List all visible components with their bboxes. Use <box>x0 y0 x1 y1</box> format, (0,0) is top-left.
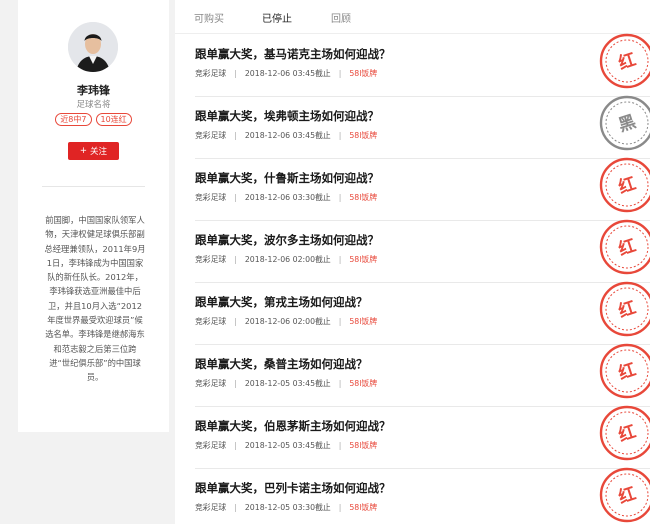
article-row[interactable]: 跟单赢大奖，伯恩茅斯主场如何迎战？ 竞彩足球 | 2018-12-05 03:45截止… <box>195 405 650 469</box>
stamp-label: 红 <box>616 421 639 446</box>
avatar-portrait-icon <box>68 22 118 72</box>
plus-icon: + <box>79 146 88 156</box>
meta-separator: | <box>234 379 237 388</box>
article-category: 竞彩足球 <box>195 69 227 78</box>
red-result-stamp-icon: 红 <box>599 467 650 523</box>
article-title[interactable]: 跟单赢大奖，什鲁斯主场如何迎战？ <box>195 170 379 186</box>
article-category: 竞彩足球 <box>195 317 227 326</box>
article-deadline: 2018-12-06 02:00截止 <box>244 317 331 326</box>
profile-title: 足球名将 <box>76 100 111 110</box>
article-row[interactable]: 跟单赢大奖，第戎主场如何迎战？ 竞彩足球 | 2018-12-06 02:00截止 | 5… <box>195 281 650 345</box>
article-deadline: 2018-12-06 03:30截止 <box>244 193 331 202</box>
stamp-label: 黑 <box>616 112 638 136</box>
follow-label: 关注 <box>90 147 108 157</box>
article-title[interactable]: 跟单赢大奖，基马诺克主场如何迎战？ <box>195 46 391 62</box>
article-category: 竞彩足球 <box>195 441 227 450</box>
profile-card: 李玮锋 足球名将 近8中7 10连红 + 关注 前国脚，中国国家队领军人物，天津… <box>18 0 169 432</box>
article-deadline: 2018-12-06 02:00截止 <box>244 255 331 264</box>
article-meta: 竞彩足球 | 2018-12-06 02:00截止 | 58l饭牌 <box>195 254 377 265</box>
article-meta: 竞彩足球 | 2018-12-06 03:30截止 | 58l饭牌 <box>195 192 377 203</box>
article-title[interactable]: 跟单赢大奖，第戎主场如何迎战？ <box>195 294 368 310</box>
record-badge: 近8中7 <box>55 113 92 126</box>
article-deadline: 2018-12-06 03:45截止 <box>244 69 331 78</box>
tab-stopped[interactable]: 已停止 <box>262 10 292 25</box>
meta-separator: | <box>234 255 237 264</box>
red-result-stamp-icon: 红 <box>599 33 650 89</box>
article-category: 竞彩足球 <box>195 379 227 388</box>
meta-separator: | <box>234 193 237 202</box>
article-row[interactable]: 跟单赢大奖，什鲁斯主场如何迎战？ 竞彩足球 | 2018-12-06 03:30截止 |… <box>195 157 650 221</box>
streak-badge: 10连红 <box>95 113 132 126</box>
meta-separator: | <box>234 441 237 450</box>
article-meta: 竞彩足球 | 2018-12-05 03:45截止 | 58l饭牌 <box>195 378 377 389</box>
article-meta: 竞彩足球 | 2018-12-05 03:45截止 | 58l饭牌 <box>195 440 377 451</box>
profile-bio: 前国脚，中国国家队领军人物，天津权健足球俱乐部副总经理兼领队，2011年9月1日… <box>44 215 146 383</box>
article-count: 58l饭牌 <box>349 255 378 264</box>
tab-bar: 可购买 已停止 回顾 <box>175 0 650 34</box>
meta-separator: | <box>338 379 342 388</box>
article-category: 竞彩足球 <box>195 503 227 512</box>
black-result-stamp-icon: 黑 <box>599 95 650 151</box>
article-count: 58l饭牌 <box>349 317 378 326</box>
article-deadline: 2018-12-05 03:45截止 <box>244 379 331 388</box>
article-row[interactable]: 跟单赢大奖，埃弗顿主场如何迎战？ 竞彩足球 | 2018-12-06 03:45截止 |… <box>195 95 650 159</box>
article-count: 58l饭牌 <box>349 69 378 78</box>
meta-separator: | <box>234 69 237 78</box>
article-row[interactable]: 跟单赢大奖，桑普主场如何迎战？ 竞彩足球 | 2018-12-05 03:45截止 | 5… <box>195 343 650 407</box>
article-category: 竞彩足球 <box>195 255 227 264</box>
meta-separator: | <box>234 503 237 512</box>
avatar[interactable] <box>68 22 118 72</box>
meta-separator: | <box>338 69 342 78</box>
divider <box>42 186 145 187</box>
article-meta: 竞彩足球 | 2018-12-05 03:30截止 | 58l饭牌 <box>195 502 377 513</box>
meta-separator: | <box>338 131 342 140</box>
stamp-label: 红 <box>616 359 639 384</box>
meta-separator: | <box>338 193 342 202</box>
article-title[interactable]: 跟单赢大奖，巴列卡诺主场如何迎战？ <box>195 480 391 496</box>
article-meta: 竞彩足球 | 2018-12-06 03:45截止 | 58l饭牌 <box>195 68 377 79</box>
follow-button[interactable]: + 关注 <box>68 142 119 160</box>
article-category: 竞彩足球 <box>195 131 227 140</box>
article-deadline: 2018-12-05 03:30截止 <box>244 503 331 512</box>
article-row[interactable]: 跟单赢大奖，巴列卡诺主场如何迎战？ 竞彩足球 | 2018-12-05 03:30截止… <box>195 467 650 524</box>
meta-separator: | <box>338 317 342 326</box>
meta-separator: | <box>338 503 342 512</box>
article-count: 58l饭牌 <box>349 441 378 450</box>
article-count: 58l饭牌 <box>349 503 378 512</box>
article-title[interactable]: 跟单赢大奖，桑普主场如何迎战？ <box>195 356 368 372</box>
stamp-label: 红 <box>616 483 639 508</box>
meta-separator: | <box>338 441 342 450</box>
article-deadline: 2018-12-06 03:45截止 <box>244 131 331 140</box>
red-result-stamp-icon: 红 <box>599 157 650 213</box>
red-result-stamp-icon: 红 <box>599 343 650 399</box>
red-result-stamp-icon: 红 <box>599 219 650 275</box>
tab-purchasable[interactable]: 可购买 <box>194 10 224 25</box>
article-title[interactable]: 跟单赢大奖，埃弗顿主场如何迎战？ <box>195 108 379 124</box>
stamp-label: 红 <box>616 235 639 260</box>
article-title[interactable]: 跟单赢大奖，波尔多主场如何迎战？ <box>195 232 379 248</box>
article-row[interactable]: 跟单赢大奖，基马诺克主场如何迎战？ 竞彩足球 | 2018-12-06 03:45截止… <box>195 33 650 97</box>
red-result-stamp-icon: 红 <box>599 281 650 337</box>
profile-badges: 近8中7 10连红 <box>18 113 169 126</box>
article-title[interactable]: 跟单赢大奖，伯恩茅斯主场如何迎战？ <box>195 418 391 434</box>
article-category: 竞彩足球 <box>195 193 227 202</box>
article-meta: 竞彩足球 | 2018-12-06 03:45截止 | 58l饭牌 <box>195 130 377 141</box>
meta-separator: | <box>338 255 342 264</box>
red-result-stamp-icon: 红 <box>599 405 650 461</box>
article-deadline: 2018-12-05 03:45截止 <box>244 441 331 450</box>
tab-review[interactable]: 回顾 <box>331 10 351 25</box>
stamp-label: 红 <box>616 173 639 198</box>
article-row[interactable]: 跟单赢大奖，波尔多主场如何迎战？ 竞彩足球 | 2018-12-06 02:00截止 |… <box>195 219 650 283</box>
article-count: 58l饭牌 <box>349 193 378 202</box>
meta-separator: | <box>234 317 237 326</box>
stamp-label: 红 <box>616 49 639 74</box>
article-count: 58l饭牌 <box>349 131 378 140</box>
stamp-label: 红 <box>616 297 639 322</box>
article-panel: 可购买 已停止 回顾 跟单赢大奖，基马诺克主场如何迎战？ 竞彩足球 | 2018-12… <box>175 0 650 524</box>
profile-name: 李玮锋 <box>77 84 110 97</box>
article-count: 58l饭牌 <box>349 379 378 388</box>
article-meta: 竞彩足球 | 2018-12-06 02:00截止 | 58l饭牌 <box>195 316 377 327</box>
meta-separator: | <box>234 131 237 140</box>
